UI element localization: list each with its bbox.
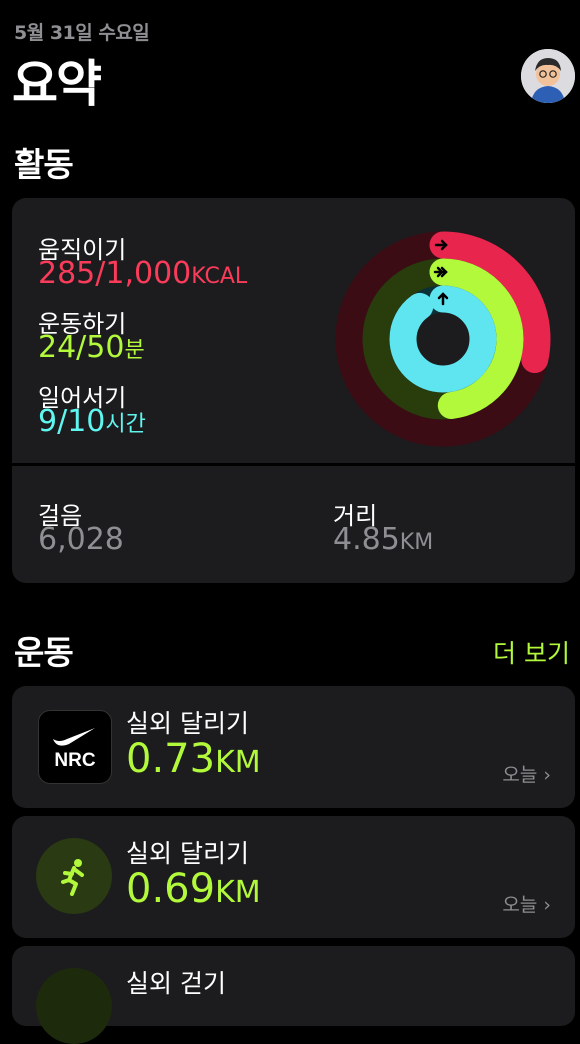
nrc-logo-text: NRC xyxy=(54,750,95,771)
workouts-section-title: 운동 xyxy=(14,633,74,672)
activity-rings xyxy=(335,231,551,447)
card-divider xyxy=(12,463,575,466)
workout-card[interactable]: 실외 달리기 0.69KM 오늘 › xyxy=(12,816,575,938)
activity-section-title: 활동 xyxy=(14,145,74,184)
stand-value: 9/10시간 xyxy=(38,404,146,439)
exercise-value: 24/50분 xyxy=(38,330,145,365)
workout-title: 실외 달리기 xyxy=(126,709,249,738)
nrc-logo-icon: NRC xyxy=(38,710,112,784)
runner-icon xyxy=(36,838,112,914)
workout-card[interactable]: 실외 걷기 xyxy=(12,946,575,1044)
workout-title: 실외 달리기 xyxy=(126,839,249,868)
stand-ring xyxy=(389,285,497,393)
date-label: 5월 31일 수요일 xyxy=(14,22,150,44)
chevron-right-icon: › xyxy=(543,894,551,916)
avatar[interactable] xyxy=(521,49,575,103)
show-more-link[interactable]: 더 보기 xyxy=(493,634,570,670)
move-value: 285/1,000KCAL xyxy=(38,256,248,291)
chevron-right-icon: › xyxy=(543,764,551,786)
distance-value: 4.85KM xyxy=(333,522,434,557)
workout-day: 오늘 › xyxy=(502,764,551,786)
workout-value: 0.73KM xyxy=(126,736,261,782)
memoji-icon xyxy=(521,49,575,103)
workout-day: 오늘 › xyxy=(502,894,551,916)
workout-value: 0.69KM xyxy=(126,866,261,912)
workout-title: 실외 걷기 xyxy=(126,969,226,998)
steps-value: 6,028 xyxy=(38,522,124,557)
page-title: 요약 xyxy=(12,55,102,113)
workout-card[interactable]: NRC 실외 달리기 0.73KM 오늘 › xyxy=(12,686,575,808)
walker-icon xyxy=(36,968,112,1044)
activity-card[interactable]: 움직이기 285/1,000KCAL 운동하기 24/50분 일어서기 9/10… xyxy=(12,198,575,583)
